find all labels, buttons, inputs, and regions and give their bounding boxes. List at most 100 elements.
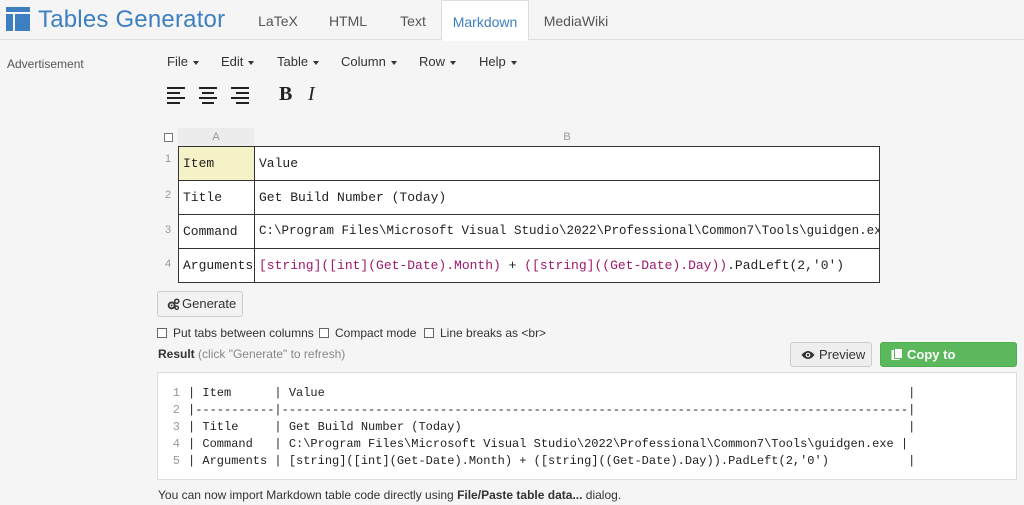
menu-file-label: File	[167, 54, 188, 69]
italic-button[interactable]: I	[308, 83, 315, 106]
select-all-checkbox[interactable]	[164, 133, 173, 142]
menu-file[interactable]: File	[167, 54, 199, 69]
code-token: .PadLeft(2,'0')	[727, 258, 845, 273]
table-cell[interactable]: Get Build Number (Today)	[254, 180, 880, 215]
import-hint: You can now import Markdown table code d…	[158, 488, 621, 502]
generate-button-label: Generate	[182, 296, 237, 311]
line-number: 1	[172, 386, 180, 400]
code-line-text: | Command | C:\Program Files\Microsoft V…	[188, 437, 909, 451]
code-line: 4 | Command | C:\Program Files\Microsoft …	[158, 437, 908, 454]
menu-table[interactable]: Table	[277, 54, 320, 69]
code-token: ([string]((Get-Date).Day))	[524, 258, 728, 273]
column-header-b[interactable]: B	[254, 128, 880, 146]
markdown-output-code[interactable]: 1 | Item | Value | 2 |-----------|--------…	[157, 372, 1017, 480]
menu-row-label: Row	[419, 54, 446, 69]
align-line	[231, 87, 249, 89]
chevron-down-icon	[510, 60, 517, 65]
menu-column-label: Column	[341, 54, 386, 69]
code-line-text: | Arguments | [string]([int](Get-Date).M…	[188, 454, 916, 468]
align-line	[167, 87, 185, 89]
row-header-2[interactable]: 2	[158, 189, 178, 201]
row-header-3[interactable]: 3	[158, 224, 178, 236]
table-cell[interactable]: Value	[254, 146, 880, 181]
menu-row[interactable]: Row	[419, 54, 457, 69]
brand-name[interactable]: Tables Generator	[38, 6, 225, 34]
tab-text[interactable]: Text	[383, 0, 443, 41]
align-line	[199, 87, 217, 89]
menu-edit-label: Edit	[221, 54, 244, 69]
code-token: +	[500, 258, 525, 273]
result-label: Result	[158, 347, 195, 361]
table-editor-grid: A B 1 2 3 4 Item Value Title Get Build N…	[158, 128, 880, 284]
table-cell[interactable]: [string]([int](Get-Date).Month) + ([stri…	[254, 248, 880, 283]
advertisement-label: Advertisement	[7, 57, 84, 71]
menu-help[interactable]: Help	[479, 54, 517, 69]
align-line	[202, 92, 214, 94]
preview-button[interactable]: Preview	[790, 342, 872, 367]
line-number: 4	[172, 437, 180, 451]
option-label: Put tabs between columns	[173, 326, 314, 340]
checkbox[interactable]	[424, 328, 434, 338]
checkbox[interactable]	[157, 328, 167, 338]
align-line	[231, 97, 249, 99]
table-cell[interactable]: C:\Program Files\Microsoft Visual Studio…	[254, 214, 880, 249]
code-line-text: |-----------|---------------------------…	[188, 403, 916, 417]
line-number: 2	[172, 403, 180, 417]
align-line	[167, 97, 185, 99]
tab-latex[interactable]: LaTeX	[243, 0, 313, 41]
column-header-a[interactable]: A	[178, 128, 254, 146]
code-line: 2 |-----------|--------------------------…	[158, 403, 916, 420]
chevron-down-icon	[390, 60, 397, 65]
align-line	[167, 102, 180, 104]
import-hint-prefix: You can now import Markdown table code d…	[158, 488, 458, 502]
clipboard-icon	[891, 348, 903, 360]
option-compact-mode[interactable]: Compact mode	[319, 326, 416, 340]
menu-help-label: Help	[479, 54, 506, 69]
table-cell[interactable]: Item	[178, 146, 255, 181]
align-right-icon[interactable]	[231, 84, 253, 104]
row-header-4[interactable]: 4	[158, 258, 178, 270]
align-line	[202, 102, 214, 104]
eye-icon	[801, 351, 815, 359]
code-line-text: | Title | Get Build Number (Today) |	[188, 420, 916, 434]
option-label: Line breaks as <br>	[440, 326, 547, 340]
chevron-down-icon	[192, 60, 199, 65]
option-label: Compact mode	[335, 326, 417, 340]
align-line	[236, 102, 249, 104]
menu-table-label: Table	[277, 54, 309, 69]
generate-button[interactable]: Generate	[157, 291, 243, 317]
code-token: [string]([int](Get-Date).Month)	[259, 258, 501, 273]
chevron-down-icon	[248, 60, 255, 65]
chevron-down-icon	[450, 60, 457, 65]
align-line	[199, 97, 217, 99]
checkbox[interactable]	[319, 328, 329, 338]
tables-generator-logo-icon	[6, 7, 30, 31]
row-header-1[interactable]: 1	[158, 153, 178, 165]
tab-markdown[interactable]: Markdown	[441, 0, 529, 41]
table-cell[interactable]: Command	[178, 214, 255, 249]
menu-column[interactable]: Column	[341, 54, 397, 69]
import-hint-suffix: dialog.	[582, 488, 622, 502]
copy-to-clipboard-button[interactable]: Copy to clipboard	[880, 342, 1017, 385]
import-hint-link[interactable]: File/Paste table data...	[457, 488, 582, 502]
tab-html[interactable]: HTML	[313, 0, 383, 41]
result-heading: Result (click "Generate" to refresh)	[158, 347, 345, 361]
align-line	[236, 92, 249, 94]
option-line-breaks-br[interactable]: Line breaks as <br>	[424, 326, 546, 340]
code-line-text: | Item | Value |	[188, 386, 916, 400]
table-cell[interactable]: Arguments	[178, 248, 255, 283]
line-number: 3	[172, 420, 180, 434]
align-line	[167, 92, 180, 94]
menu-edit[interactable]: Edit	[221, 54, 255, 69]
result-hint: (click "Generate" to refresh)	[198, 347, 346, 361]
table-cell[interactable]: Title	[178, 180, 255, 215]
preview-button-label: Preview	[819, 347, 866, 362]
code-line: 5 | Arguments | [string]([int](Get-Date).…	[158, 454, 916, 471]
align-left-icon[interactable]	[167, 84, 189, 104]
code-line: 3 | Title | Get Build Number (Today) |	[158, 420, 916, 437]
option-tabs-between-columns[interactable]: Put tabs between columns	[157, 326, 314, 340]
tab-mediawiki[interactable]: MediaWiki	[531, 0, 621, 41]
align-center-icon[interactable]	[199, 84, 221, 104]
bold-button[interactable]: B	[279, 83, 292, 106]
chevron-down-icon	[313, 60, 320, 65]
